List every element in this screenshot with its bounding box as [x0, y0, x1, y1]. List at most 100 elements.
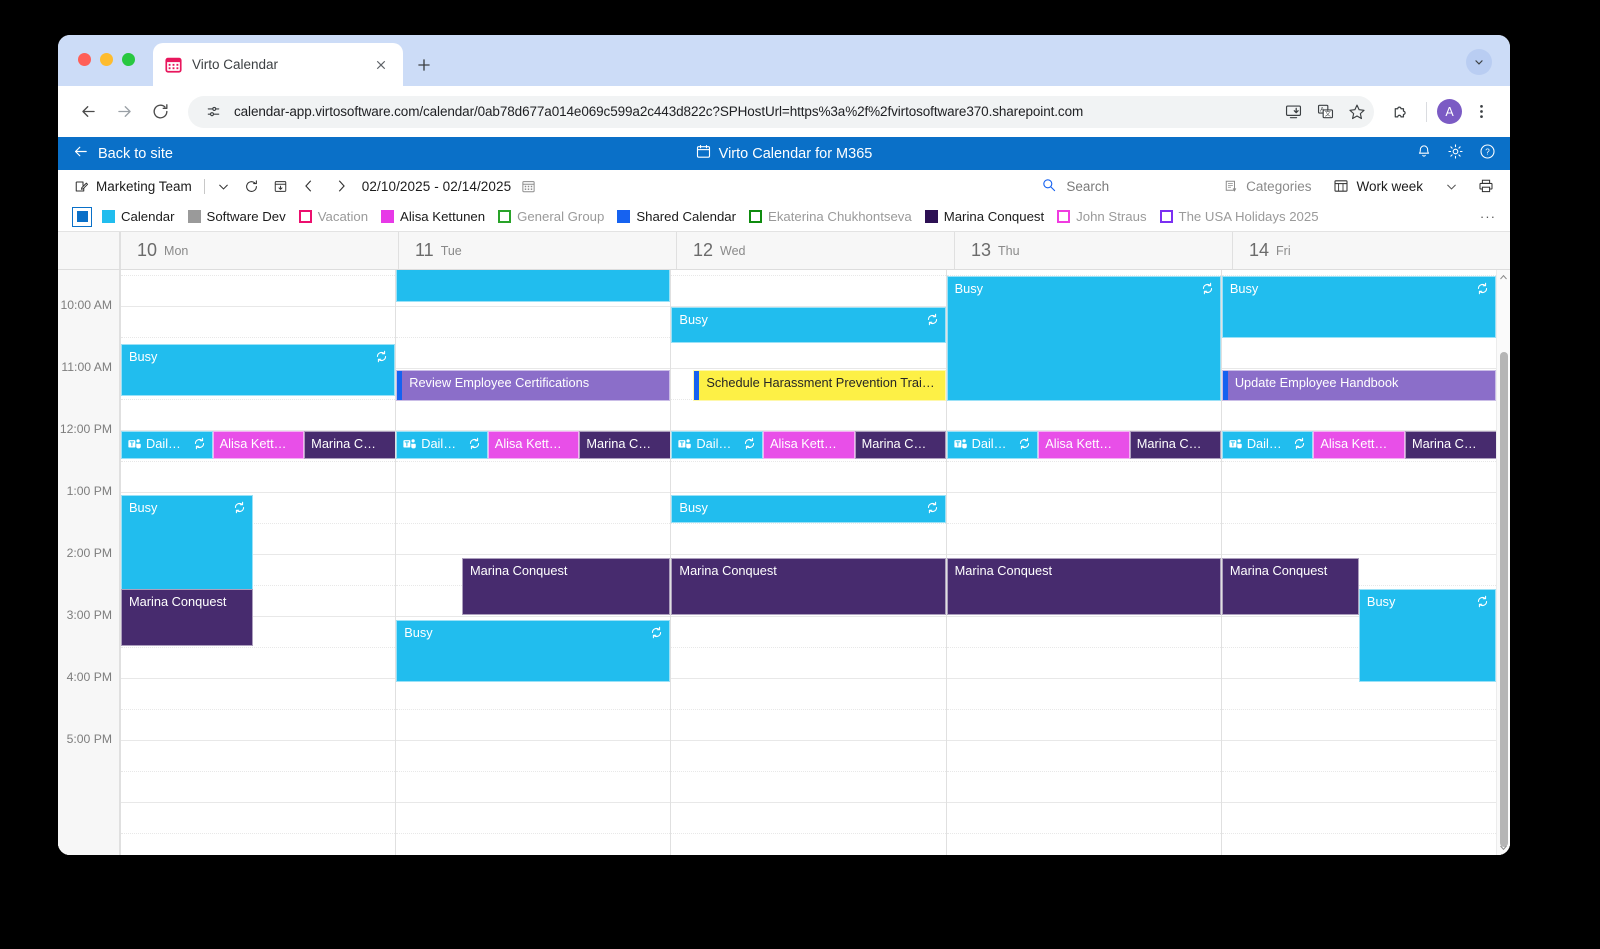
calendar-event[interactable]: Busy — [121, 495, 253, 598]
calendar-event[interactable]: Marina C… — [854, 431, 947, 459]
day-header[interactable]: 13 Thu — [954, 232, 1232, 269]
legend-overflow-button[interactable]: ··· — [1470, 209, 1496, 224]
calendar-event[interactable]: Alisa Kett… — [212, 431, 305, 459]
calendar-event[interactable]: Alisa Kett… — [487, 431, 580, 459]
categories-button[interactable]: Categories — [1224, 179, 1311, 194]
calendar-event[interactable]: Marina C… — [304, 431, 396, 459]
reload-icon[interactable] — [144, 96, 176, 128]
site-settings-icon[interactable] — [202, 101, 224, 123]
view-selector[interactable]: Work week — [1333, 178, 1423, 194]
legend-color-swatch[interactable] — [1057, 210, 1071, 223]
day-column-mon[interactable]: Busy Busy Marina Conquest Dail… Alisa Kett… M… — [120, 270, 396, 855]
calendar-event[interactable]: Alisa Kett… — [762, 431, 855, 459]
calendar-event[interactable]: Busy — [121, 344, 396, 396]
legend-item[interactable]: Calendar — [102, 209, 175, 224]
close-icon[interactable] — [371, 55, 391, 75]
legend-color-swatch[interactable] — [924, 210, 938, 223]
minimize-window-button[interactable] — [100, 53, 113, 66]
legend-color-swatch[interactable] — [187, 210, 201, 223]
day-column-wed[interactable]: Busy Schedule Harassment Prevention Trai…… — [670, 270, 947, 855]
legend-color-swatch[interactable] — [1159, 210, 1173, 223]
calendar-event[interactable]: Marina Conquest — [121, 589, 253, 646]
calendar-event[interactable]: Busy — [396, 620, 671, 682]
printer-icon[interactable] — [1478, 178, 1494, 194]
day-column-thu[interactable]: Busy Marina Conquest Dail… Alisa Kett… Marin… — [945, 270, 1222, 855]
window-controls[interactable] — [78, 53, 135, 66]
help-circle-icon[interactable]: ? — [1479, 143, 1496, 165]
today-icon[interactable] — [273, 179, 288, 194]
select-all-checkbox-icon[interactable] — [72, 206, 92, 227]
calendar-event[interactable]: Dail… — [671, 431, 763, 459]
calendar-event[interactable]: Review Employee Certifications — [396, 370, 671, 401]
chevron-left-icon[interactable] — [302, 179, 316, 193]
vertical-scrollbar[interactable] — [1496, 270, 1510, 855]
kebab-menu-icon[interactable] — [1466, 97, 1496, 127]
legend-item[interactable]: General Group — [498, 209, 604, 224]
browser-tab[interactable]: Virto Calendar — [153, 43, 403, 86]
legend-item[interactable]: Vacation — [298, 209, 368, 224]
day-column-fri[interactable]: Busy Update Employee Handbook Marina Conqu… — [1220, 270, 1497, 855]
install-app-icon[interactable] — [1282, 101, 1304, 123]
legend-color-swatch[interactable] — [498, 210, 512, 223]
day-column-tue[interactable]: Busy Review Employee Certifications Marina… — [395, 270, 671, 855]
chevron-down-icon[interactable] — [1466, 49, 1492, 75]
calendar-selector[interactable]: Marketing Team — [74, 179, 192, 194]
calendar-event[interactable]: Schedule Harassment Prevention Trai… — [693, 370, 946, 401]
scroll-up-button[interactable] — [1497, 270, 1510, 285]
calendar-event[interactable]: Dail… — [121, 431, 213, 459]
scroll-down-button[interactable] — [1497, 840, 1510, 855]
forward-arrow-icon[interactable] — [108, 96, 140, 128]
calendar-event[interactable]: Alisa Kett… — [1038, 431, 1130, 459]
legend-item[interactable]: Marina Conquest — [924, 209, 1044, 224]
grid-scroll-area[interactable]: 8:00 AM9:00 AM10:00 AM11:00 AM12:00 PM1:… — [58, 270, 1510, 855]
day-header[interactable]: 12 Wed — [676, 232, 954, 269]
chevron-right-icon[interactable] — [334, 179, 348, 193]
day-header[interactable]: 14 Fri — [1232, 232, 1510, 269]
calendar-event[interactable]: Busy — [396, 270, 671, 302]
legend-color-swatch[interactable] — [749, 210, 763, 223]
calendar-event[interactable]: Marina C… — [1404, 431, 1497, 459]
chevron-down-icon[interactable] — [1445, 180, 1458, 193]
legend-item[interactable]: John Straus — [1057, 209, 1147, 224]
chevron-down-icon[interactable] — [217, 180, 230, 193]
legend-item[interactable]: Software Dev — [187, 209, 286, 224]
scrollbar-thumb[interactable] — [1500, 352, 1508, 847]
new-tab-button[interactable] — [410, 51, 438, 79]
translate-icon[interactable]: A 文 — [1314, 101, 1336, 123]
back-arrow-icon[interactable] — [72, 96, 104, 128]
calendar-event[interactable]: Marina Conquest — [462, 558, 671, 615]
day-header[interactable]: 11 Tue — [398, 232, 676, 269]
gear-icon[interactable] — [1447, 143, 1464, 165]
calendar-event[interactable]: Marina Conquest — [1221, 558, 1359, 615]
calendar-event[interactable]: Busy — [946, 276, 1221, 401]
address-bar[interactable]: calendar-app.virtosoftware.com/calendar/… — [188, 95, 1374, 128]
legend-item[interactable]: Shared Calendar — [617, 209, 736, 224]
legend-color-swatch[interactable] — [617, 210, 631, 223]
close-window-button[interactable] — [78, 53, 91, 66]
calendar-event[interactable]: Busy — [1221, 276, 1497, 338]
search-input[interactable]: Search — [1041, 177, 1109, 196]
extensions-puzzle-icon[interactable] — [1386, 97, 1416, 127]
calendar-event[interactable]: Busy — [1358, 589, 1496, 682]
legend-color-swatch[interactable] — [381, 210, 395, 223]
calendar-event[interactable]: Busy — [671, 307, 946, 343]
day-header[interactable]: 10 Mon — [120, 232, 398, 269]
avatar[interactable]: A — [1437, 99, 1462, 124]
calendar-event[interactable]: Dail… — [396, 431, 488, 459]
bell-icon[interactable] — [1416, 143, 1432, 164]
maximize-window-button[interactable] — [122, 53, 135, 66]
calendar-event[interactable]: Marina C… — [579, 431, 671, 459]
legend-item[interactable]: The USA Holidays 2025 — [1159, 209, 1319, 224]
calendar-event[interactable]: Marina C… — [1129, 431, 1222, 459]
legend-color-swatch[interactable] — [102, 210, 115, 223]
back-to-site-link[interactable]: Back to site — [72, 143, 173, 164]
calendar-event[interactable]: Marina Conquest — [946, 558, 1221, 615]
calendar-picker-icon[interactable] — [521, 179, 536, 194]
legend-item[interactable]: Ekaterina Chukhontseva — [749, 209, 912, 224]
calendar-event[interactable]: Marina Conquest — [671, 558, 946, 615]
calendar-event[interactable]: Alisa Kett… — [1313, 431, 1405, 459]
refresh-icon[interactable] — [244, 179, 259, 194]
star-icon[interactable] — [1346, 101, 1368, 123]
calendar-event[interactable]: Update Employee Handbook — [1221, 370, 1497, 401]
legend-color-swatch[interactable] — [298, 210, 312, 223]
